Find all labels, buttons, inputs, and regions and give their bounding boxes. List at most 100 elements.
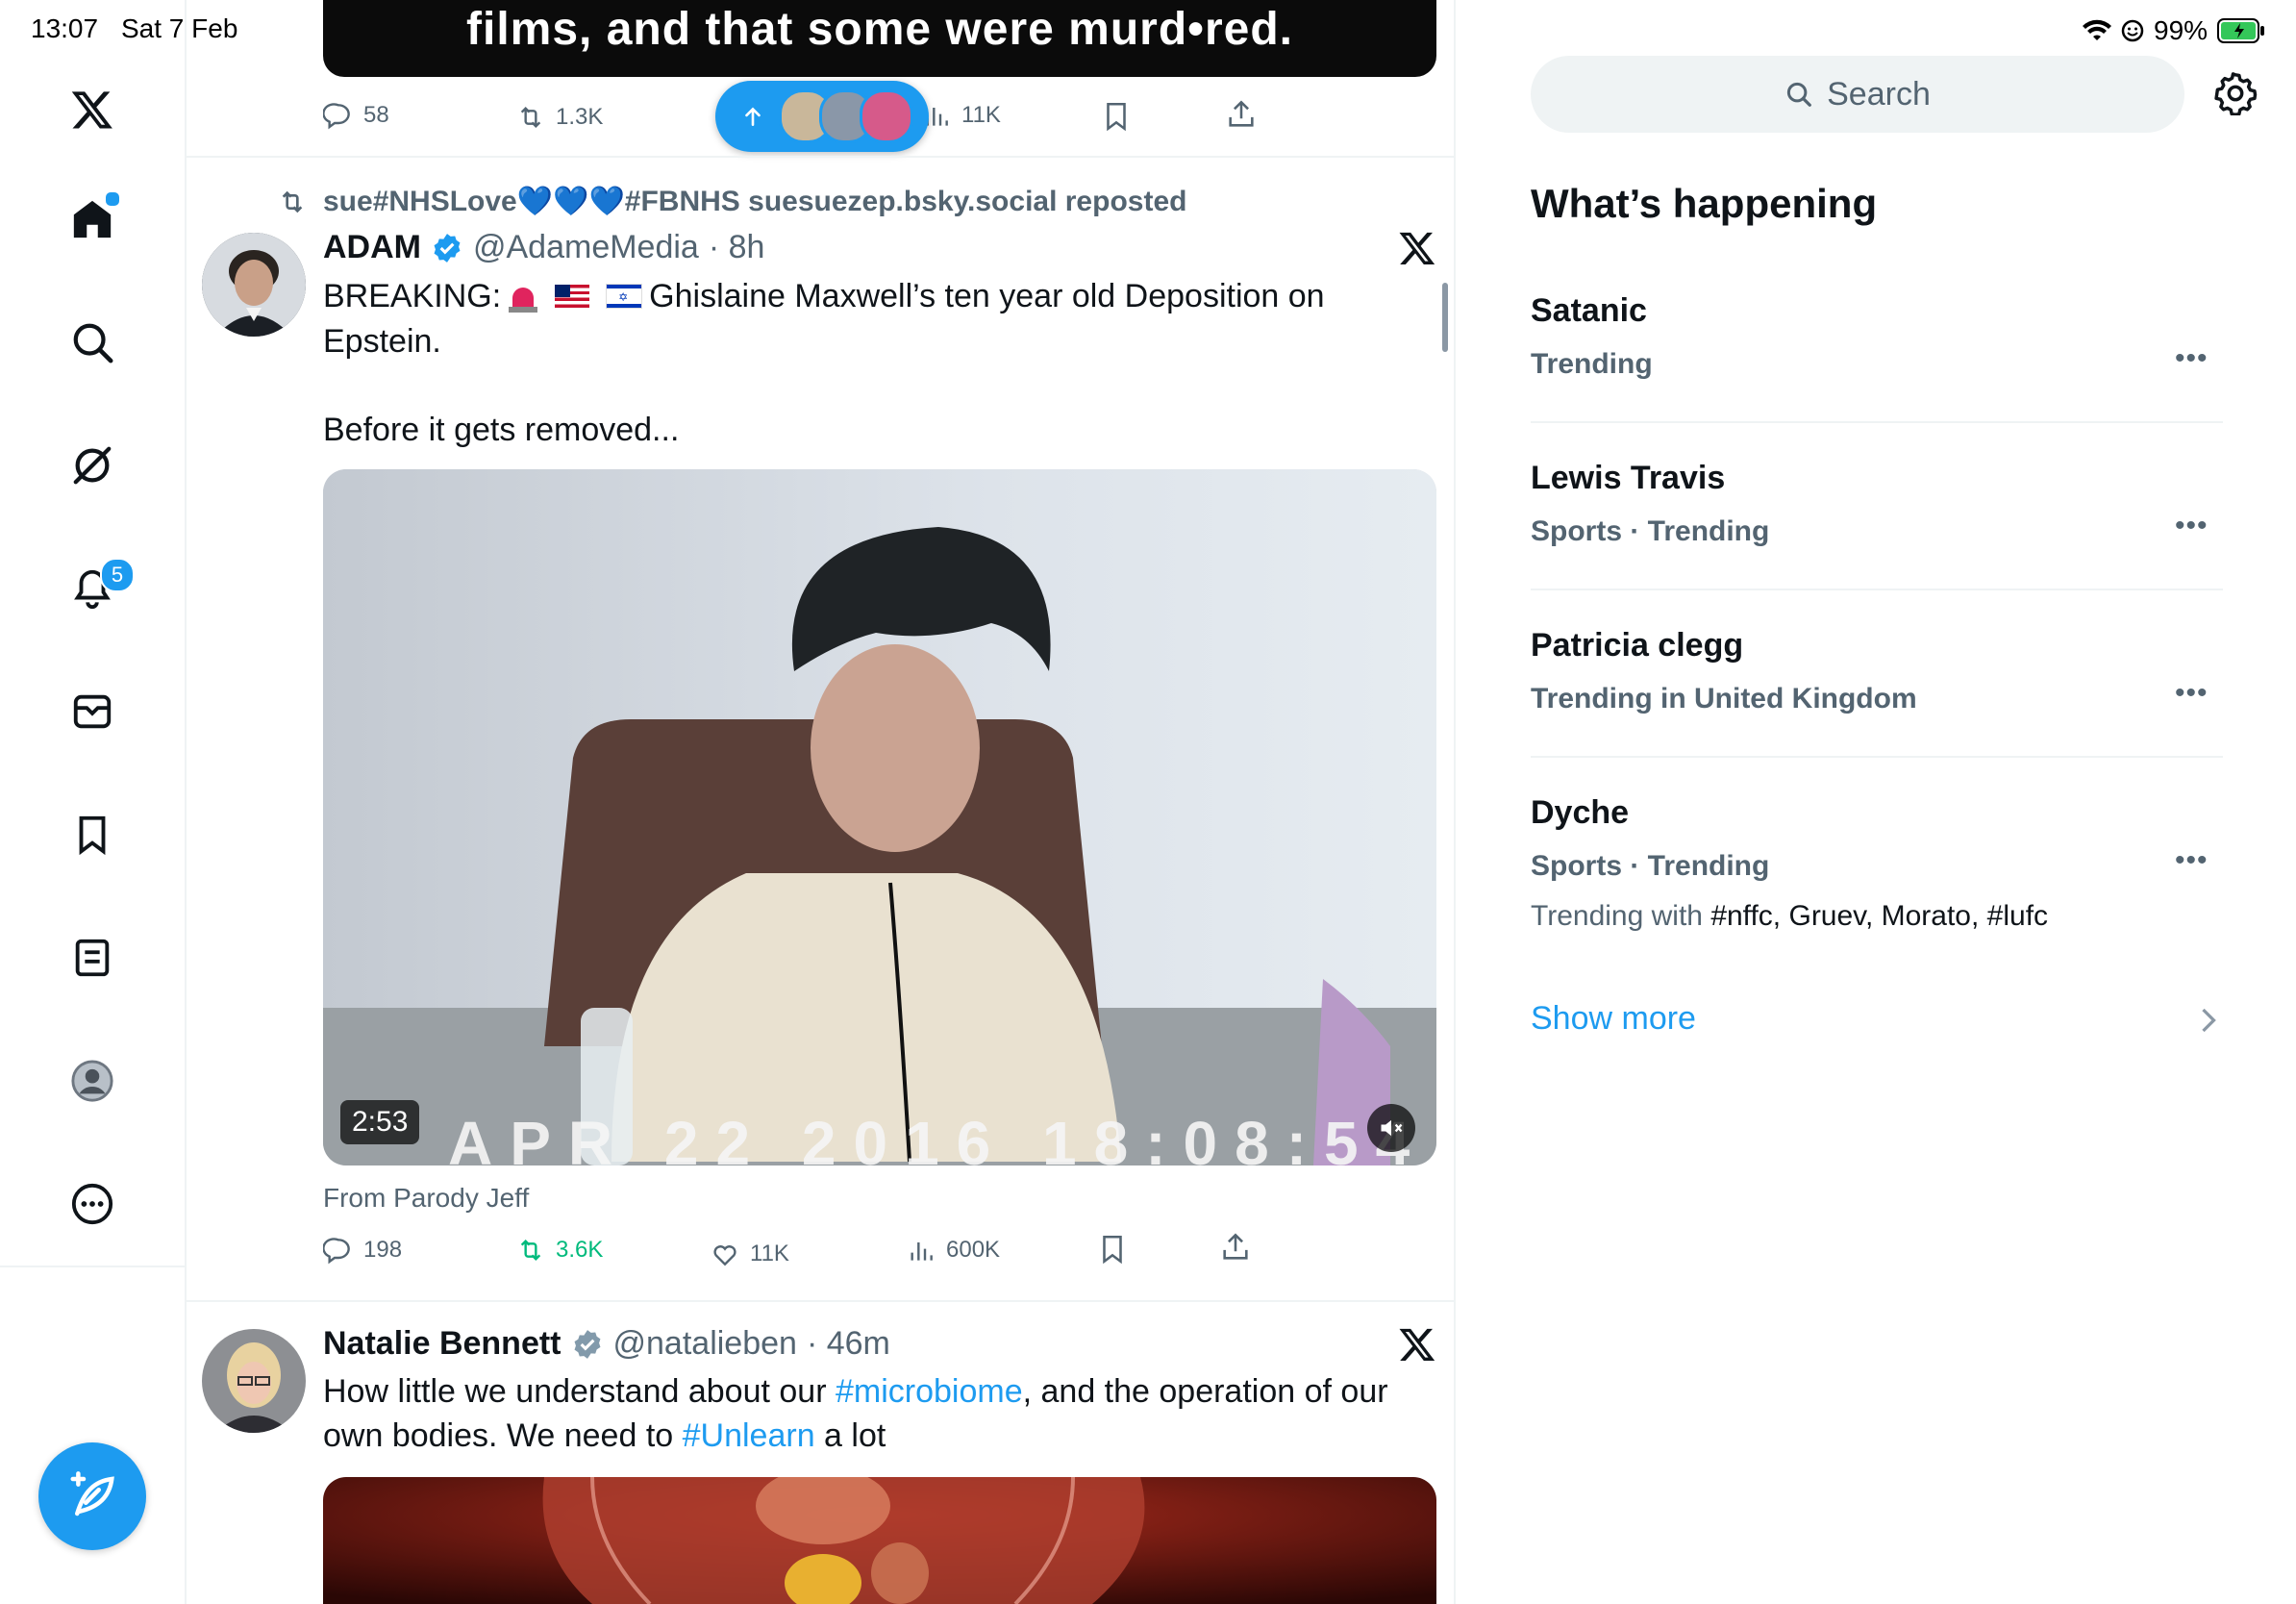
trending-with-label: Trending with: [1531, 900, 1711, 932]
top-repost-count: 1.3K: [556, 104, 604, 130]
author-handle[interactable]: @AdameMedia: [473, 229, 699, 266]
show-more-link[interactable]: Show more: [1531, 1000, 1696, 1038]
x-source-icon[interactable]: [1398, 229, 1436, 272]
top-reply-button[interactable]: 58: [323, 100, 389, 131]
top-tweet-video[interactable]: films, and that some were murd•red.: [323, 0, 1436, 77]
reply-icon: [323, 103, 350, 130]
trend-more-icon[interactable]: •••: [2175, 510, 2209, 542]
chevron-right-icon[interactable]: [2198, 1006, 2219, 1040]
home-unread-dot: [104, 190, 121, 208]
reply-count: 198: [363, 1237, 403, 1263]
notifications-badge: 5: [100, 558, 135, 592]
tweet-separator: [187, 1300, 1454, 1302]
views-icon: [911, 1242, 933, 1261]
trend-more-icon[interactable]: •••: [2175, 844, 2209, 877]
like-count: 11K: [750, 1241, 789, 1266]
top-repost-button[interactable]: 1.3K: [515, 102, 603, 133]
views-button[interactable]: 600K: [906, 1235, 1000, 1266]
repost-count: 3.6K: [556, 1237, 604, 1263]
author-name[interactable]: Natalie Bennett: [323, 1325, 562, 1363]
repost-button[interactable]: 3.6K: [515, 1235, 603, 1266]
trend-more-icon[interactable]: •••: [2175, 677, 2209, 710]
repost-icon: [520, 106, 541, 129]
top-tweet-caption: films, and that some were murd•red.: [466, 4, 1293, 55]
reposted-by[interactable]: sue#NHSLove💙💙💙#FBNHS suesuezep.bsky.soci…: [323, 185, 1186, 218]
hashtag-link[interactable]: #microbiome: [836, 1373, 1023, 1410]
video-frame: [323, 469, 1436, 1165]
settings-gear-icon[interactable]: [2213, 71, 2258, 120]
reply-icon: [323, 1238, 350, 1265]
more-icon[interactable]: [62, 1173, 123, 1235]
arrow-up-icon: [745, 107, 761, 126]
bookmark-icon: [1103, 1235, 1122, 1265]
mute-button[interactable]: [1367, 1104, 1415, 1152]
messages-icon[interactable]: [62, 681, 123, 742]
tweet-text: BREAKING:: [323, 278, 502, 314]
nav-column-border: [185, 0, 187, 1604]
search-input[interactable]: Search: [1531, 56, 2184, 133]
top-views-button[interactable]: 11K: [921, 100, 1001, 131]
x-source-icon[interactable]: [1398, 1325, 1436, 1368]
hashtag-link[interactable]: #Unlearn: [683, 1417, 815, 1454]
israel-flag-icon: ✡: [607, 285, 642, 308]
trending-with-tags[interactable]: #nffc, Gruev, Morato, #lufc: [1710, 900, 2048, 932]
share-icon: [1229, 100, 1254, 127]
search-icon: [1787, 82, 1811, 107]
bookmark-icon: [1107, 102, 1126, 132]
repost-icon: [277, 187, 308, 222]
tweet-text: , and the operation of our: [1022, 1373, 1388, 1410]
video-timestamp-overlay: APR 22 2016 18:08:54: [448, 1109, 1428, 1165]
trend-item[interactable]: [1531, 423, 2223, 589]
trend-related: Trending with #nffc, Gruev, Morato, #luf…: [1531, 900, 2048, 933]
bookmarks-icon[interactable]: [62, 804, 123, 865]
top-bookmark-button[interactable]: [1100, 100, 1133, 138]
views-count: 600K: [946, 1237, 1001, 1263]
like-button[interactable]: 11K: [710, 1239, 789, 1269]
trend-context: Sports · Trending: [1531, 515, 1770, 547]
grok-icon[interactable]: [62, 435, 123, 496]
author-handle[interactable]: @natalieben: [613, 1325, 797, 1363]
tweet-text: Ghislaine Maxwell’s ten year old Deposit…: [649, 278, 1325, 314]
trend-item[interactable]: [1531, 590, 2223, 756]
bookmark-button[interactable]: [1096, 1233, 1129, 1270]
scrollbar-thumb[interactable]: [1442, 283, 1448, 352]
video-duration: 2:53: [340, 1100, 420, 1144]
status-time: 13:07: [31, 13, 99, 43]
compose-post-button[interactable]: [38, 1442, 146, 1550]
tweet-text: Epstein.: [323, 323, 441, 360]
lists-icon[interactable]: [62, 927, 123, 989]
new-posts-pill[interactable]: [715, 81, 929, 152]
share-icon: [1223, 1233, 1248, 1260]
tweet-header: Natalie Bennett @natalieben · 46m: [323, 1325, 890, 1363]
verified-badge-icon: [574, 1329, 600, 1359]
tweet-image[interactable]: [323, 1477, 1436, 1604]
tweet-video[interactable]: APR 22 2016 18:08:54 2:53: [323, 469, 1436, 1165]
tweet-image-graphic: [323, 1477, 1436, 1604]
video-attribution[interactable]: From Parody Jeff: [323, 1183, 529, 1214]
trend-context: Trending: [1531, 348, 1653, 380]
siren-emoji-icon: [509, 280, 538, 313]
avatar[interactable]: [202, 233, 306, 337]
trend-name: Patricia clegg: [1531, 627, 1744, 664]
x-logo-icon[interactable]: [62, 79, 123, 140]
tweet-header: ADAM @AdameMedia · 8h: [323, 229, 764, 266]
author-name[interactable]: ADAM: [323, 229, 421, 266]
share-button[interactable]: [1219, 1231, 1252, 1268]
avatar[interactable]: [202, 1329, 306, 1433]
trend-more-icon[interactable]: •••: [2175, 342, 2209, 375]
profile-icon[interactable]: [62, 1050, 123, 1112]
tweet-text: Before it gets removed...: [323, 412, 680, 448]
search-placeholder: Search: [1827, 75, 1931, 113]
battery-percent: 99%: [2154, 15, 2209, 45]
reply-button[interactable]: 198: [323, 1235, 402, 1266]
top-share-button[interactable]: [1225, 98, 1258, 136]
tweet-text-line: How little we understand about our #micr…: [323, 1369, 1388, 1414]
search-icon[interactable]: [62, 312, 123, 373]
post-time: · 8h: [708, 229, 765, 265]
tweet-text: a lot: [814, 1417, 886, 1454]
wifi-icon: [2083, 19, 2111, 40]
compose-feather-icon: [70, 1471, 114, 1516]
repost-icon: [520, 1239, 541, 1262]
us-flag-icon: [555, 285, 590, 308]
new-post-avatar: [860, 89, 913, 143]
